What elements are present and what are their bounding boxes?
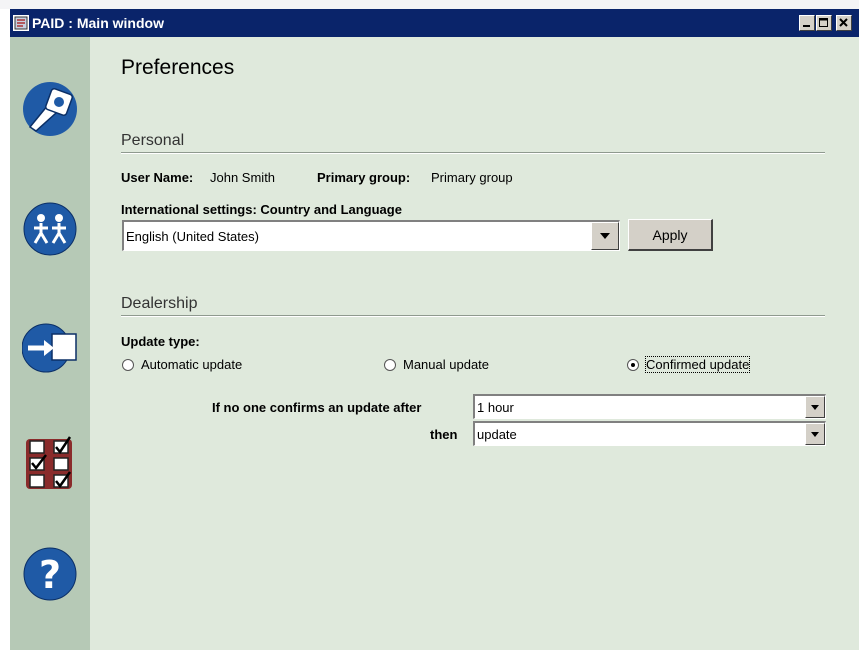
then-dropdown-arrow[interactable]	[805, 423, 825, 445]
language-select[interactable]: English (United States)	[122, 220, 620, 251]
dealership-divider	[121, 315, 825, 317]
confirm-after-label: If no one confirms an update after	[212, 400, 422, 415]
user-name-label: User Name:	[121, 170, 194, 185]
page-title: Preferences	[121, 56, 235, 79]
confirm-after-dropdown-arrow[interactable]	[805, 396, 825, 418]
intl-settings-label: International settings: Country and Lang…	[121, 202, 402, 217]
then-label: then	[430, 427, 458, 442]
radio-manual-update[interactable]: Manual update	[384, 357, 489, 372]
primary-group-label: Primary group:	[317, 170, 411, 185]
radio-label: Manual update	[403, 357, 490, 372]
help-icon[interactable]: ?	[22, 546, 78, 602]
radio-automatic-update[interactable]: Automatic update	[122, 357, 242, 372]
radio-circle	[122, 358, 134, 371]
desktop-background	[0, 0, 859, 9]
update-type-label: Update type:	[121, 334, 200, 349]
title-bar[interactable]: PAID : Main window	[10, 9, 859, 37]
app-icon	[13, 15, 29, 31]
radio-label: Automatic update	[141, 357, 243, 372]
window-title: PAID : Main window	[32, 15, 164, 31]
user-name-value: John Smith	[210, 170, 276, 185]
personal-section-title: Personal	[121, 132, 185, 149]
checklist-icon[interactable]	[22, 435, 78, 491]
login-icon[interactable]	[21, 320, 78, 376]
radio-label: Confirmed update	[644, 356, 751, 373]
sidebar: ?	[10, 37, 90, 650]
dealership-section-title: Dealership	[121, 295, 198, 312]
then-select[interactable]: update	[473, 421, 826, 446]
personal-divider	[121, 152, 825, 154]
apply-button[interactable]: Apply	[628, 219, 713, 251]
language-select-value: English (United States)	[126, 228, 259, 244]
close-button[interactable]	[836, 15, 852, 31]
maximize-button[interactable]	[816, 15, 832, 31]
radio-circle-selected	[627, 358, 639, 371]
users-icon[interactable]	[22, 201, 78, 257]
radio-circle	[384, 358, 396, 371]
then-value: update	[477, 426, 517, 442]
radio-dot	[631, 362, 635, 367]
confirm-after-select[interactable]: 1 hour	[473, 394, 826, 419]
minimize-button[interactable]	[799, 15, 815, 31]
content-pane: Preferences Personal User Name: John Smi…	[90, 37, 859, 650]
main-window: PAID : Main window ? Preferences Persona…	[10, 9, 859, 650]
language-dropdown-arrow[interactable]	[591, 222, 619, 250]
radio-confirmed-update[interactable]: Confirmed update	[627, 356, 751, 373]
confirm-after-value: 1 hour	[477, 399, 514, 415]
tools-icon[interactable]	[22, 81, 78, 137]
svg-text:?: ?	[39, 553, 61, 597]
primary-group-value: Primary group	[431, 170, 513, 185]
